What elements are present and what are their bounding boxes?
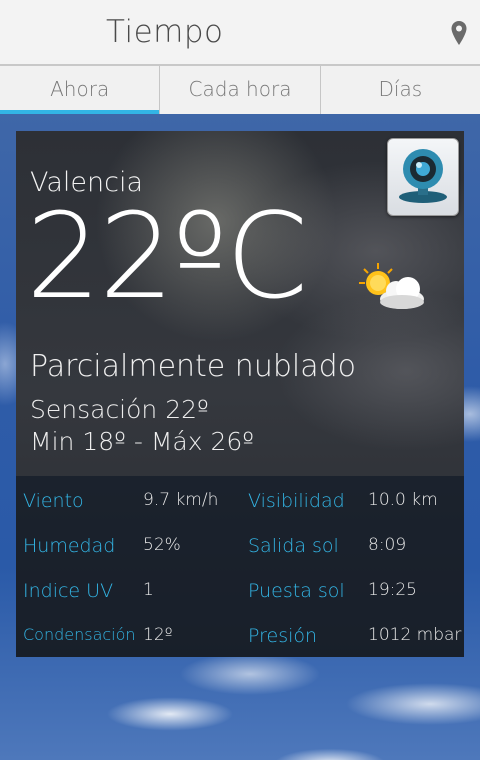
partly-cloudy-icon — [359, 263, 424, 309]
sunset-label: Puesta sol — [248, 580, 345, 602]
min-max: Min 18º - Máx 26º — [30, 427, 255, 456]
wind-value: 9.7 km/h — [143, 490, 219, 510]
sunrise-label: Salida sol — [248, 535, 339, 557]
webcam-icon — [399, 149, 447, 203]
app-bar: Tiempo — [0, 0, 480, 66]
tab-cada-hora[interactable]: Cada hora — [160, 66, 321, 114]
feels-like: Sensación 22º — [30, 395, 209, 424]
pressure-value: 1012 mbar — [368, 625, 462, 645]
app-title: Tiempo — [106, 14, 224, 50]
condition-text: Parcialmente nublado — [30, 349, 356, 384]
details-panel: Viento 9.7 km/h Visibilidad 10.0 km Hume… — [16, 476, 464, 657]
uv-label: Indice UV — [23, 580, 114, 602]
uv-value: 1 — [143, 580, 154, 600]
temperature: 22ºC — [26, 187, 308, 325]
webcam-button[interactable] — [387, 138, 459, 216]
humidity-value: 52% — [143, 535, 181, 555]
current-weather-card: Valencia 22ºC Parcialmente nublado Sensa… — [16, 131, 464, 657]
dew-point-label: Condensación — [23, 625, 136, 644]
humidity-label: Humedad — [23, 535, 116, 557]
dew-point-value: 12º — [143, 625, 173, 645]
wind-label: Viento — [23, 490, 84, 512]
pressure-label: Presión — [248, 625, 318, 647]
tab-dias[interactable]: Días — [321, 66, 480, 114]
visibility-label: Visibilidad — [248, 490, 345, 512]
sunset-value: 19:25 — [368, 580, 417, 600]
visibility-value: 10.0 km — [368, 490, 438, 510]
tab-ahora[interactable]: Ahora — [0, 66, 161, 114]
sunrise-value: 8:09 — [368, 535, 407, 555]
map-pin-icon[interactable] — [450, 20, 468, 46]
tab-bar: Ahora Cada hora Días — [0, 66, 480, 114]
